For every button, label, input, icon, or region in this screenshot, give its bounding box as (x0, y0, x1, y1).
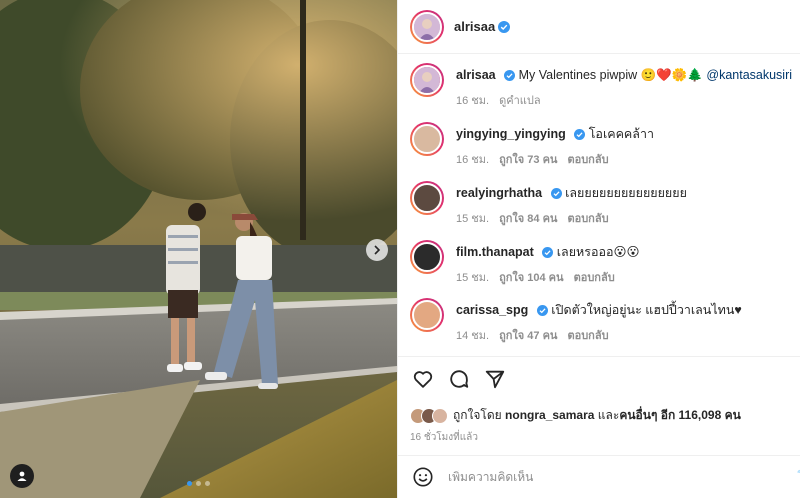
carousel-next-button[interactable] (366, 239, 388, 261)
caption-avatar[interactable] (410, 63, 444, 97)
reply-button[interactable]: ตอบกลับ (567, 326, 608, 344)
post-timestamp[interactable]: 16 ชั่วโมงที่แล้ว (410, 430, 478, 445)
comment-button[interactable] (448, 368, 470, 393)
avatar-image (412, 300, 442, 330)
liker-username[interactable]: nongra_samara (505, 408, 594, 422)
comment-time[interactable]: 15 ชม. (456, 209, 489, 227)
comment-avatar[interactable] (410, 122, 444, 156)
carousel-dot (187, 481, 192, 486)
comment-item: realyingrhatha เลยยยยยยยยยยยยยยย 15 ชม. … (410, 181, 790, 227)
comments-list: alrisaa My Valentines piwpiw 🙂❤️🌼🌲 @kant… (398, 55, 800, 355)
comment-avatar[interactable] (410, 240, 444, 274)
reply-button[interactable]: ตอบกลับ (567, 150, 608, 168)
comment-likes[interactable]: ถูกใจ 104 คน (499, 268, 563, 286)
divider (398, 356, 800, 357)
likes-summary: ถูกใจโดย nongra_samara และคนอื่นๆ อีก 11… (410, 406, 741, 425)
user-tag-button[interactable] (10, 464, 34, 488)
comment-time[interactable]: 14 ชม. (456, 326, 489, 344)
comment-time[interactable]: 16 ชม. (456, 150, 489, 168)
verified-badge-icon (574, 129, 586, 140)
carousel-indicator (187, 481, 210, 486)
add-comment-bar: โ (398, 455, 800, 498)
caption-text: My Valentines piwpiw 🙂❤️🌼🌲 (518, 68, 703, 82)
comment-item: carissa_spg เปิดตัวใหญ่อยู่นะ แฮปปี้วาเล… (410, 298, 790, 344)
likes-prefix: ถูกใจโดย (453, 408, 502, 422)
verified-badge-icon (504, 70, 516, 81)
post-sidebar: alrisaa alrisaa My Valentines piwpiw 🙂❤️… (397, 0, 800, 498)
chevron-right-icon (374, 245, 381, 255)
action-bar (412, 368, 506, 393)
comment-avatar[interactable] (410, 298, 444, 332)
caption-mention[interactable]: @kantasakusiri (706, 68, 792, 82)
comment-input[interactable] (448, 470, 748, 484)
comment-text: โอเคคคล้าา (588, 127, 654, 141)
carousel-dot (196, 481, 201, 486)
reply-button[interactable]: ตอบกลับ (567, 209, 608, 227)
verified-badge-icon (550, 188, 562, 199)
avatar-image (414, 13, 440, 40)
comment-username[interactable]: carissa_spg (456, 303, 528, 317)
comment-avatar[interactable] (410, 181, 444, 215)
comment-item: film.thanapat เลยหรอออ😮😮 15 ชม. ถูกใจ 10… (410, 240, 790, 286)
share-icon (485, 370, 505, 389)
comment-text: เลยหรอออ😮😮 (556, 245, 640, 259)
comment-likes[interactable]: ถูกใจ 47 คน (499, 326, 557, 344)
caption-time[interactable]: 16 ชม. (456, 91, 489, 109)
verified-badge-icon (498, 20, 511, 33)
author-avatar[interactable] (410, 9, 444, 44)
heart-icon (413, 371, 433, 388)
comment-item: yingying_yingying โอเคคคล้าา 16 ชม. ถูกใ… (410, 122, 790, 168)
comment-username[interactable]: yingying_yingying (456, 127, 566, 141)
liker-avatar (432, 407, 448, 424)
avatar-image (414, 67, 440, 93)
like-button[interactable] (412, 368, 434, 393)
carousel-dot (205, 481, 210, 486)
avatar-image (412, 242, 442, 272)
user-tag-icon (17, 471, 27, 481)
caption-username[interactable]: alrisaa (456, 68, 496, 82)
avatar-image (412, 183, 442, 213)
comment-text: เปิดตัวใหญ่อยู่นะ แฮปปี้วาเลนไทน♥ (551, 303, 742, 317)
post-photo (0, 0, 397, 498)
likes-middle: และ (597, 408, 620, 422)
comment-username[interactable]: realyingrhatha (456, 186, 542, 200)
emoji-icon[interactable] (412, 466, 434, 488)
caption: alrisaa My Valentines piwpiw 🙂❤️🌼🌲 @kant… (410, 63, 792, 109)
comment-likes[interactable]: ถูกใจ 73 คน (499, 150, 557, 168)
avatar-image (412, 124, 442, 154)
comment-time[interactable]: 15 ชม. (456, 268, 489, 286)
post-header: alrisaa (398, 0, 800, 54)
comment-likes[interactable]: ถูกใจ 84 คน (499, 209, 557, 227)
author-username[interactable]: alrisaa (454, 19, 495, 34)
post-image (0, 0, 397, 498)
verified-badge-icon (536, 305, 548, 316)
likes-others-count[interactable]: คนอื่นๆ อีก 116,098 คน (619, 408, 741, 422)
comment-icon (450, 370, 469, 388)
comment-text: เลยยยยยยยยยยยยยยย (565, 186, 687, 200)
comment-username[interactable]: film.thanapat (456, 245, 534, 259)
reply-button[interactable]: ตอบกลับ (574, 268, 615, 286)
verified-badge-icon (542, 247, 554, 258)
share-button[interactable] (484, 368, 506, 393)
see-translation-link[interactable]: ดูคำแปล (499, 91, 541, 109)
